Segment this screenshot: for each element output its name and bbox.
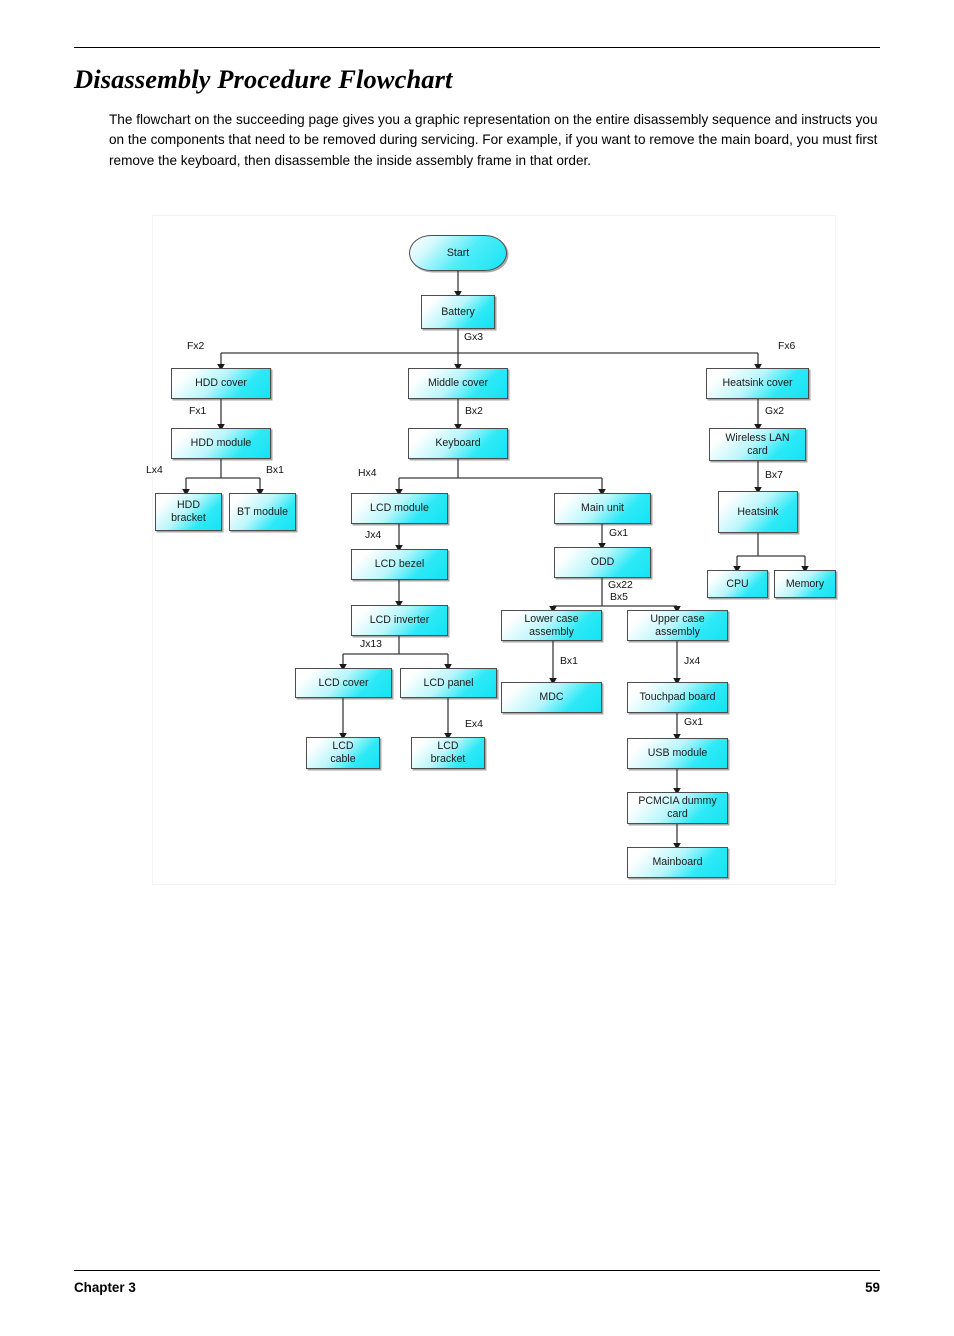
disassembly-flowchart: Start Battery HDD cover Middle cover Hea… [146,215,836,885]
node-lcd-inverter[interactable]: LCD inverter [351,605,448,636]
document-page: Disassembly Procedure Flowchart The flow… [0,0,954,1336]
node-lower-case-assembly[interactable]: Lower case assembly [501,610,602,641]
node-main-unit[interactable]: Main unit [554,493,651,524]
footer-divider [74,1270,880,1271]
node-lcd-cable-line2: cable [330,753,356,765]
node-lower-case-line2: assembly [529,625,574,638]
node-keyboard-label: Keyboard [435,437,481,450]
node-lcd-cable[interactable]: LCD cable [306,737,380,769]
edge-label-fx6: Fx6 [778,341,796,352]
intro-paragraph: The flowchart on the succeeding page giv… [109,112,878,168]
node-heatsink-cover[interactable]: Heatsink cover [706,368,809,399]
node-lcd-bracket[interactable]: LCD bracket [411,737,485,769]
node-keyboard[interactable]: Keyboard [408,428,508,459]
node-lcd-bracket-line1: LCD [437,740,459,753]
node-touchpad-board[interactable]: Touchpad board [627,682,728,713]
node-lower-case-line1: Lower case [524,612,579,625]
node-hdd-cover-label: HDD cover [195,377,247,390]
node-wireless-lan-card-line1: Wireless LAN [725,431,790,444]
node-lcd-inverter-label: LCD inverter [369,614,430,627]
node-battery[interactable]: Battery [421,295,495,329]
node-memory[interactable]: Memory [774,570,836,598]
node-lcd-bezel-label: LCD bezel [374,558,425,571]
node-upper-case-line1: Upper case [650,612,705,625]
node-hdd-bracket-line1: HDD [177,499,200,512]
node-pcmcia-line1: PCMCIA dummy [638,795,717,808]
node-lcd-cable-line1: LCD [332,740,354,753]
node-lcd-bezel[interactable]: LCD bezel [351,549,448,580]
node-upper-case-line2: assembly [655,625,700,638]
edge-label-fx1: Fx1 [189,406,207,417]
node-battery-label: Battery [441,305,475,318]
node-heatsink-cover-label: Heatsink cover [722,377,793,390]
edge-label-gx3: Gx3 [464,332,484,343]
node-usb-module-label: USB module [647,747,708,760]
footer-chapter: Chapter 3 [74,1280,136,1295]
node-lcd-module[interactable]: LCD module [351,493,448,524]
edge-label-bx2: Bx2 [465,406,483,417]
node-mdc[interactable]: MDC [501,682,602,713]
node-lcd-bracket-line2: bracket [430,753,466,765]
node-touchpad-board-label: Touchpad board [639,691,716,704]
node-upper-case-assembly[interactable]: Upper case assembly [627,610,728,641]
header-divider [74,47,880,48]
node-wireless-lan-card-line2: card [747,444,768,457]
node-memory-label: Memory [785,577,825,590]
edge-label-jx13: Jx13 [360,639,382,650]
node-cpu[interactable]: CPU [707,570,768,598]
edge-label-gx1-odd: Gx1 [609,528,629,539]
node-hdd-module[interactable]: HDD module [171,428,271,459]
node-mdc-label: MDC [539,691,564,704]
node-pcmcia-dummy-card[interactable]: PCMCIA dummy card [627,792,728,824]
edge-label-gx1-usb: Gx1 [684,717,704,728]
node-lcd-module-label: LCD module [370,502,429,515]
edge-label-jx4-lcd: Jx4 [365,530,382,541]
edge-label-ex4: Ex4 [465,719,483,730]
node-lcd-cover-label: LCD cover [318,676,369,689]
node-heatsink-label: Heatsink [737,505,779,518]
edge-label-fx2: Fx2 [187,341,205,352]
edge-label-lx4: Lx4 [146,465,163,476]
node-heatsink[interactable]: Heatsink [718,491,798,533]
node-start-label: Start [446,246,470,259]
edge-label-gx22: Gx22 [608,580,633,591]
node-mainboard[interactable]: Mainboard [627,847,728,878]
edge-label-bx7: Bx7 [765,470,783,481]
node-usb-module[interactable]: USB module [627,738,728,769]
edge-label-bx1-mdc: Bx1 [560,656,578,667]
edge-label-bx5: Bx5 [610,592,628,603]
edge-label-gx2: Gx2 [765,406,785,417]
node-odd-label: ODD [590,556,615,569]
node-wireless-lan-card[interactable]: Wireless LAN card [709,428,806,461]
node-hdd-bracket[interactable]: HDD bracket [155,493,222,531]
edge-label-hx4: Hx4 [358,468,377,479]
node-hdd-module-label: HDD module [190,437,252,450]
edge-label-bx1-bt: Bx1 [266,465,284,476]
flowchart-canvas: Start Battery HDD cover Middle cover Hea… [146,216,836,884]
edge-label-jx4-touchpad: Jx4 [684,656,701,667]
node-cpu-label: CPU [726,577,749,590]
node-hdd-cover[interactable]: HDD cover [171,368,271,399]
node-middle-cover[interactable]: Middle cover [408,368,508,399]
node-bt-module-label: BT module [236,505,289,518]
node-start[interactable]: Start [409,235,507,271]
node-hdd-bracket-line2: bracket [171,512,206,524]
node-mainboard-label: Mainboard [652,856,703,869]
node-pcmcia-line2: card [667,808,688,820]
node-odd[interactable]: ODD [554,547,651,578]
node-bt-module[interactable]: BT module [229,493,296,531]
node-lcd-cover[interactable]: LCD cover [295,668,392,698]
node-middle-cover-label: Middle cover [427,377,489,390]
node-main-unit-label: Main unit [581,502,624,515]
node-lcd-panel-label: LCD panel [423,676,474,689]
footer-page-number: 59 [865,1280,880,1295]
page-title: Disassembly Procedure Flowchart [74,64,453,94]
node-lcd-panel[interactable]: LCD panel [400,668,497,698]
